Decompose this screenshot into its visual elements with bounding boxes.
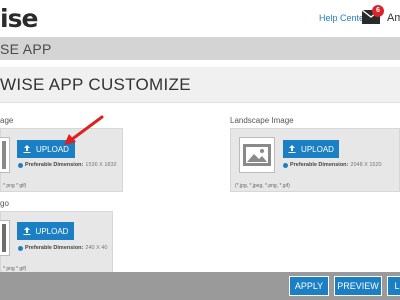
dimension-value: 2048 X 1520 bbox=[350, 162, 382, 168]
portrait-dimension: Preferable Dimension: 1536 X 1832 bbox=[18, 162, 117, 168]
logo-upload-label: UPLOAD bbox=[35, 226, 69, 236]
dimension-label: Preferable Dimension: bbox=[25, 162, 84, 168]
app-logo: ise bbox=[0, 4, 38, 33]
help-center-link[interactable]: Help Center bbox=[319, 13, 367, 23]
top-header: ise Help Center 6 Am bbox=[0, 0, 400, 38]
upload-icon bbox=[288, 145, 296, 153]
footer-button-partial[interactable]: L bbox=[387, 276, 400, 296]
logo-image-card: UPLOAD Preferable Dimension: 240 X 40 * … bbox=[0, 211, 113, 274]
landscape-upload-button[interactable]: UPLOAD bbox=[283, 140, 339, 158]
logo-upload-button[interactable]: UPLOAD bbox=[17, 222, 74, 240]
dimension-label: Preferable Dimension: bbox=[25, 245, 84, 251]
logo-image-label: go bbox=[0, 199, 9, 208]
upload-icon bbox=[23, 145, 31, 153]
info-icon bbox=[18, 245, 23, 251]
landscape-image-card: UPLOAD Preferable Dimension: 2048 X 1520… bbox=[230, 128, 400, 192]
portrait-thumbnail bbox=[0, 137, 10, 173]
landscape-upload-label: UPLOAD bbox=[301, 144, 334, 154]
user-name[interactable]: Am bbox=[387, 12, 400, 24]
apply-button[interactable]: APPLY bbox=[289, 276, 329, 296]
landscape-thumbnail bbox=[239, 137, 275, 173]
portrait-image-label: age bbox=[0, 116, 14, 125]
portrait-formats: * png * gif) bbox=[3, 183, 27, 189]
dimension-value: 240 X 40 bbox=[85, 245, 108, 251]
landscape-image-label: Landscape Image bbox=[230, 116, 294, 125]
logo-dimension: Preferable Dimension: 240 X 40 bbox=[18, 245, 107, 251]
info-icon bbox=[283, 162, 288, 168]
section-bar: SE APP bbox=[0, 37, 400, 60]
image-placeholder-icon bbox=[243, 144, 271, 166]
info-icon bbox=[18, 162, 23, 168]
dimension-label: Preferable Dimension: bbox=[290, 162, 349, 168]
preview-button[interactable]: PREVIEW bbox=[334, 276, 382, 296]
page-heading: WISE APP CUSTOMIZE bbox=[0, 67, 400, 103]
page-title: WISE APP CUSTOMIZE bbox=[0, 75, 191, 94]
upload-icon bbox=[23, 227, 31, 235]
logo-thumbnail bbox=[0, 220, 10, 256]
landscape-dimension: Preferable Dimension: 2048 X 1520 bbox=[283, 162, 382, 168]
section-title: SE APP bbox=[0, 41, 52, 57]
dimension-value: 1536 X 1832 bbox=[85, 162, 117, 168]
notification-badge: 6 bbox=[372, 5, 384, 17]
landscape-formats: (*.jpg, *.jpeg, *.png, *.gif) bbox=[235, 183, 290, 189]
red-arrow-icon bbox=[64, 115, 104, 145]
footer-bar: APPLY PREVIEW L bbox=[0, 272, 400, 300]
